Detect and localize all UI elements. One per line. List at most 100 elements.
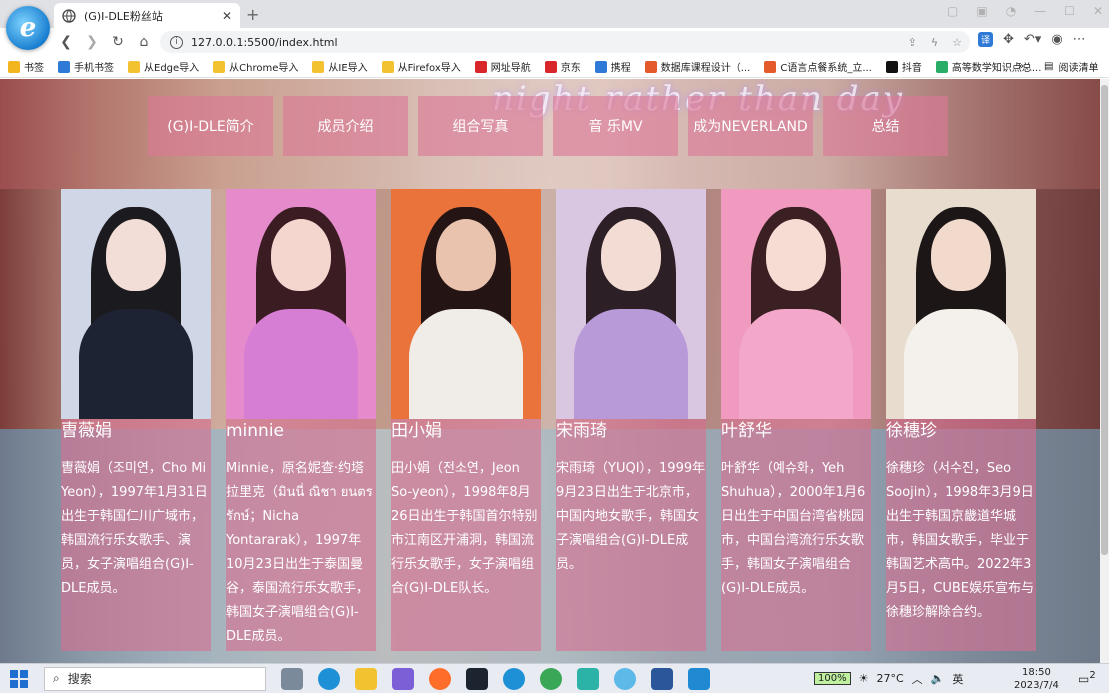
- app-icon[interactable]: [392, 667, 414, 690]
- bookmark-item[interactable]: 携程: [594, 59, 631, 74]
- chrome-icon[interactable]: [540, 667, 562, 690]
- nav-item[interactable]: 成为NEVERLAND: [688, 96, 813, 156]
- task-view-icon[interactable]: [281, 667, 303, 690]
- share-icon[interactable]: ⇪: [908, 36, 917, 49]
- ime-indicator[interactable]: 英: [952, 671, 963, 687]
- info-icon[interactable]: i: [170, 35, 183, 49]
- home-icon[interactable]: ⌂: [134, 32, 154, 52]
- bookmark-item[interactable]: 手机书签: [58, 59, 114, 74]
- member-photo: [721, 189, 871, 419]
- clock-date: 2023/7/4: [1014, 680, 1059, 691]
- minimize-icon[interactable]: —: [1034, 4, 1046, 18]
- page-scrollbar[interactable]: [1100, 79, 1109, 663]
- vscode-icon[interactable]: [688, 667, 710, 690]
- nav-item[interactable]: 音 乐MV: [553, 96, 678, 156]
- url-text: 127.0.0.1:5500/index.html: [191, 35, 338, 49]
- bookmark-item[interactable]: C语言点餐系统_立...: [764, 59, 872, 74]
- member-photo: [391, 189, 541, 419]
- bookmark-item[interactable]: 数据库课程设计（...: [644, 59, 750, 74]
- c-icon: [764, 60, 777, 73]
- bookmark-item[interactable]: 从Firefox导入: [381, 59, 461, 74]
- bookmark-label: 从IE导入: [328, 63, 368, 74]
- battery-indicator[interactable]: 100%: [814, 672, 851, 685]
- forward-icon[interactable]: ❯: [82, 32, 102, 52]
- member-card: 徐穗珍 徐穗珍（서수진，Seo Soojin），1998年3月9日出生于韩国京畿道…: [886, 189, 1036, 651]
- nav-item[interactable]: 组合写真: [418, 96, 543, 156]
- profile-icon[interactable]: ◉: [1051, 32, 1062, 47]
- search-icon: ⌕: [53, 671, 60, 685]
- nav-item[interactable]: 总结: [823, 96, 948, 156]
- lightning-icon[interactable]: ϟ: [931, 36, 938, 49]
- favorite-star-icon[interactable]: ☆: [952, 36, 962, 49]
- undo-icon[interactable]: ↶▾: [1024, 32, 1041, 47]
- reading-list-button[interactable]: ▤ 阅读清单: [1044, 59, 1098, 74]
- member-bio: 叶舒华（예슈화，Yeh Shuhua），2000年1月6日出生于中国台湾省桃园市…: [721, 461, 866, 596]
- app-icon-3[interactable]: [614, 667, 636, 690]
- tray-chevron-icon[interactable]: ︿: [912, 671, 923, 687]
- tab-title: (G)I-DLE粉丝站: [84, 9, 163, 23]
- more-menu-icon[interactable]: ⋯: [1073, 32, 1086, 47]
- jd-icon: [544, 60, 557, 73]
- toolbar-right: 译 ✥ ↶▾ ◉ ⋯: [978, 32, 1086, 47]
- member-bio: 曺薇娟（조미연，Cho Mi Yeon），1997年1月31日出生于韩国仁川广域…: [61, 461, 208, 596]
- nav-item[interactable]: (G)I-DLE简介: [148, 96, 273, 156]
- folder-icon: [128, 60, 140, 73]
- bookmark-item[interactable]: 书签: [8, 59, 44, 74]
- wechat-icon: [935, 60, 948, 73]
- weather-temp[interactable]: 27°C: [876, 672, 903, 685]
- word-icon[interactable]: [651, 667, 673, 690]
- clock[interactable]: 18:50 2023/7/4: [1014, 666, 1059, 692]
- translate-icon[interactable]: 译: [978, 32, 993, 47]
- scrollbar-thumb[interactable]: [1101, 85, 1108, 555]
- firefox-icon[interactable]: [429, 667, 451, 690]
- address-bar: ❮ ❯ ↻ ⌂ i 127.0.0.1:5500/index.html ⇪ ϟ …: [0, 28, 1109, 56]
- weather-icon[interactable]: ☀: [859, 672, 869, 685]
- puzzle-icon[interactable]: ✥: [1003, 32, 1014, 47]
- browser-tab[interactable]: (G)I-DLE粉丝站 ✕: [54, 3, 240, 28]
- bookmark-item[interactable]: 京东: [544, 59, 581, 74]
- member-card: 叶舒华 叶舒华（예슈화，Yeh Shuhua），2000年1月6日出生于中国台湾省…: [721, 189, 871, 651]
- member-bio: Minnie，原名妮查·约塔拉里克（มินนี่ ณิชา ยนตรรักษ์；…: [226, 461, 373, 644]
- bookmark-item[interactable]: 网址导航: [474, 59, 531, 74]
- edge-icon[interactable]: [318, 667, 340, 690]
- bookmarks-more-icon[interactable]: »: [1018, 61, 1024, 72]
- system-tray: 100% ☀ 27°C ︿ 🔈 英: [814, 671, 963, 687]
- browser-logo-icon: e: [6, 6, 50, 50]
- new-tab-icon[interactable]: +: [246, 5, 259, 24]
- terminal-icon[interactable]: [466, 667, 488, 690]
- back-icon[interactable]: ❮: [56, 32, 76, 52]
- nav-icon: [474, 60, 487, 73]
- bookmarks-bar: 书签 手机书签 从Edge导入 从Chrome导入 从IE导入 从Firefox导入 网址导…: [0, 56, 1109, 78]
- taskbar-search-input[interactable]: ⌕ 搜索: [44, 666, 266, 691]
- browser-tab-bar: (G)I-DLE粉丝站 ✕ + ▢ ▣ ◔ — ☐ ✕: [0, 0, 1109, 28]
- main-nav: (G)I-DLE简介 成员介绍 组合写真音 乐MV 成为NEVERLAND 总结: [148, 96, 948, 156]
- bookmark-item[interactable]: 抖音: [885, 59, 922, 74]
- member-card: minnie Minnie，原名妮查·约塔拉里克（มินนี่ ณิชา ยนตร…: [226, 189, 376, 651]
- file-explorer-icon[interactable]: [355, 667, 377, 690]
- member-photo: [556, 189, 706, 419]
- taskbar-search-placeholder: 搜索: [67, 672, 92, 686]
- bookmark-item[interactable]: 从Edge导入: [128, 59, 199, 74]
- windows-start-icon[interactable]: [10, 669, 36, 689]
- history-icon[interactable]: ◔: [1006, 4, 1016, 18]
- app-icon-2[interactable]: [577, 667, 599, 690]
- bookmark-item[interactable]: 从IE导入: [312, 59, 368, 74]
- nav-item[interactable]: 成员介绍: [283, 96, 408, 156]
- folder-icon: [312, 60, 325, 73]
- close-window-icon[interactable]: ✕: [1093, 4, 1103, 18]
- member-name: 徐穗珍: [886, 421, 937, 441]
- close-tab-icon[interactable]: ✕: [222, 9, 232, 23]
- bookmark-item[interactable]: 高等数学知识点总...: [935, 59, 1041, 74]
- collections-icon[interactable]: ▢: [947, 4, 958, 18]
- member-card: 宋雨琦 宋雨琦（YUQI），1999年9月23日出生于北京市，中国内地女歌手，韩国…: [556, 189, 706, 651]
- extensions-icon[interactable]: ▣: [976, 4, 987, 18]
- maximize-icon[interactable]: ☐: [1064, 4, 1075, 18]
- bookmark-item[interactable]: 从Chrome导入: [213, 59, 298, 74]
- notification-icon[interactable]: ▭2: [1078, 670, 1096, 686]
- windows-taskbar: ⌕ 搜索 100% ☀ 27°C ︿ 🔈 英 18:50 2023/7/4 ▭2: [0, 663, 1109, 693]
- url-input[interactable]: i 127.0.0.1:5500/index.html ⇪ ϟ ☆: [160, 31, 970, 53]
- ie-browser-icon[interactable]: [503, 667, 525, 690]
- speaker-icon[interactable]: 🔈: [931, 672, 945, 685]
- reload-icon[interactable]: ↻: [108, 32, 128, 52]
- reading-list-icon: ▤: [1044, 61, 1054, 72]
